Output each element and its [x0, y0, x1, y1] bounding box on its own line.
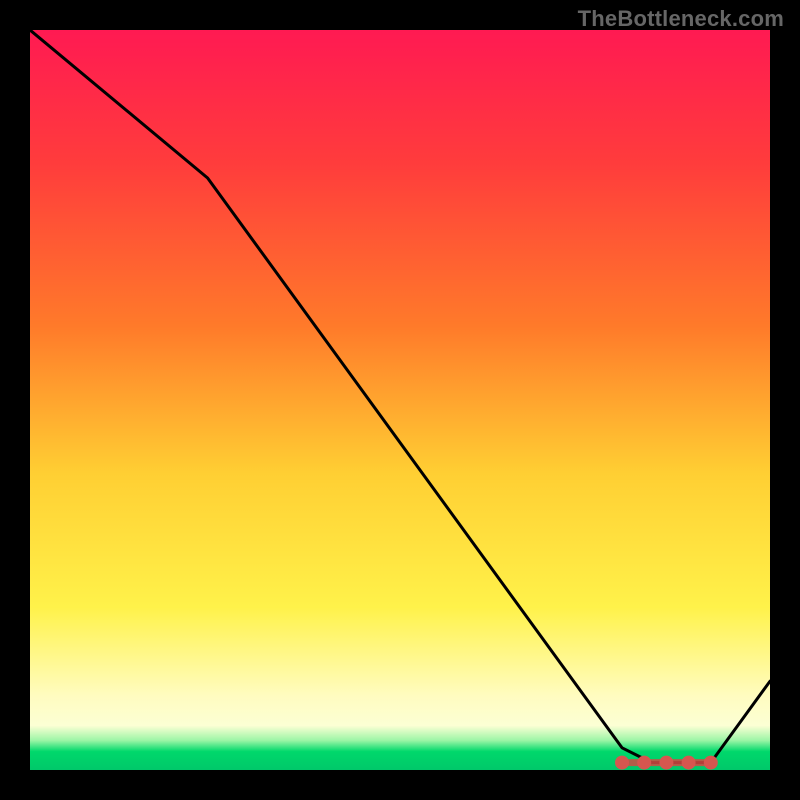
- chart-stage: TheBottleneck.com: [0, 0, 800, 800]
- bottleneck-curve: [30, 30, 770, 763]
- gradient-plot-area: [30, 30, 770, 770]
- optimal-markers: [615, 756, 718, 770]
- line-chart-svg: [30, 30, 770, 770]
- watermark-text: TheBottleneck.com: [578, 6, 784, 32]
